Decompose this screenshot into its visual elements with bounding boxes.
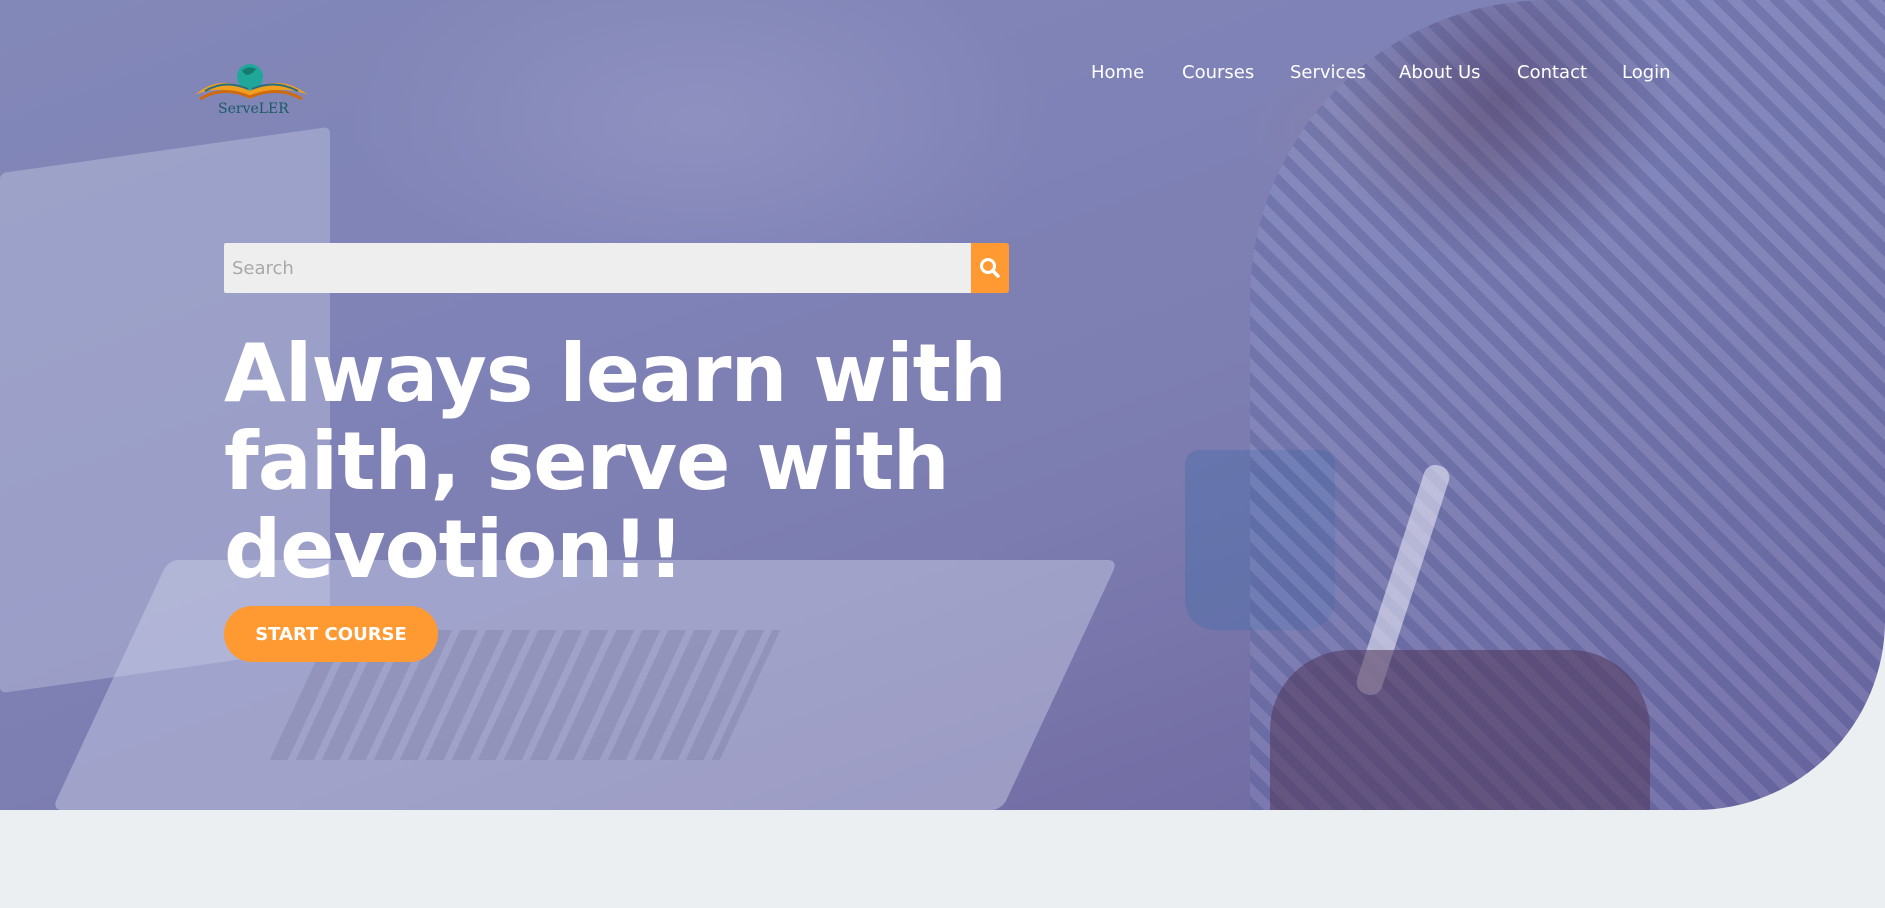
nav-item-contact[interactable]: Contact: [1517, 62, 1587, 83]
nav-item-about-us[interactable]: About Us: [1399, 62, 1481, 83]
nav-item-services[interactable]: Services: [1290, 62, 1366, 83]
hero-section: ServeLER Home Courses Services About Us …: [0, 0, 1885, 810]
background-person: [1250, 0, 1885, 810]
nav-item-courses[interactable]: Courses: [1182, 62, 1254, 83]
search-icon: [980, 258, 1000, 278]
search-input[interactable]: [224, 243, 971, 293]
hero-headline-line-2: faith, serve with: [224, 415, 950, 508]
hero-headline-line-3: devotion!!: [224, 503, 684, 596]
logo-text: ServeLER: [218, 101, 289, 117]
background-pen: [1353, 461, 1453, 699]
hero-headline-line-1: Always learn with: [224, 327, 1007, 420]
nav-item-login[interactable]: Login: [1622, 62, 1671, 83]
search-button[interactable]: [971, 243, 1009, 293]
nav-item-home[interactable]: Home: [1091, 62, 1144, 83]
background-laptop-base: [51, 560, 1119, 810]
search-bar: [224, 243, 1009, 293]
hero-headline: Always learn with faith, serve with devo…: [224, 330, 1084, 594]
background-hand: [1270, 650, 1650, 810]
background-cup: [1185, 450, 1335, 630]
main-nav: Home Courses Services About Us Contact L…: [0, 62, 1885, 92]
start-course-button[interactable]: START COURSE: [224, 606, 438, 662]
